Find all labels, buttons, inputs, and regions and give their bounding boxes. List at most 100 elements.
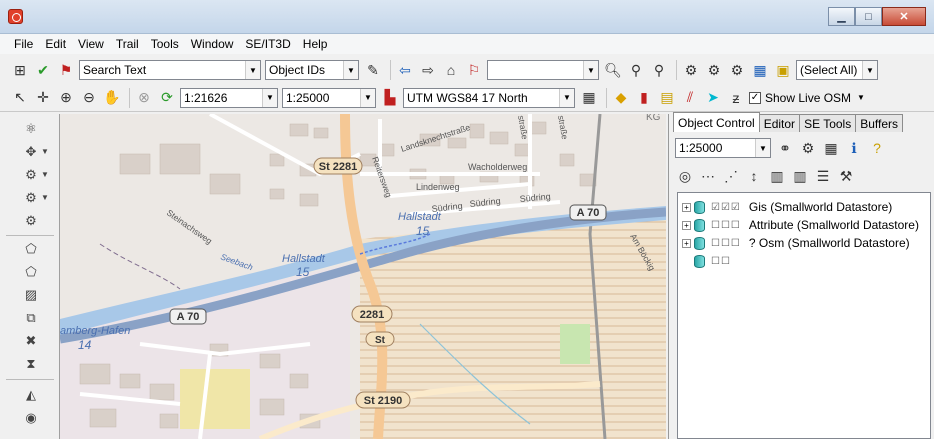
brush-icon[interactable]: ⚒ [836,166,856,186]
tree-collapse-icon[interactable]: ⋯ [698,166,718,186]
tool-cursor-icon[interactable]: ◭ [21,386,41,404]
binoculars-icon[interactable]: ⚭ [775,138,795,158]
tool-insert-icon[interactable]: ⚙ ▼ [21,166,49,184]
tab-editor[interactable]: Editor [758,114,801,132]
pointer-icon[interactable]: ↖ [10,88,30,108]
chevron-down-icon[interactable]: ▼ [862,61,877,79]
tree-expand-icon[interactable]: ⋰ [721,166,741,186]
help-icon[interactable]: ? [867,138,887,158]
tab-buffers[interactable]: Buffers [855,114,904,132]
stop-icon[interactable]: ⊗ [134,88,154,108]
cursor-cyan-icon[interactable]: ➤ [703,88,723,108]
maximize-button[interactable]: □ [855,7,882,26]
crosshair-icon[interactable]: ✛ [33,88,53,108]
copy-icon[interactable]: ▥ [767,166,787,186]
map-canvas[interactable]: St 2281 2281 St St 2190 A 70 A 70 Hallst… [60,114,666,439]
menu-view[interactable]: View [78,37,104,51]
menu-file[interactable]: File [14,37,33,51]
tool-move-icon[interactable]: ⚙ ▼ [21,189,49,207]
crs-combo[interactable]: UTM WGS84 17 North ▼ [403,87,575,108]
chevron-down-icon[interactable]: ▼ [360,88,375,107]
close-button[interactable]: ✕ [882,7,926,26]
table-icon[interactable]: ▦ [821,138,841,158]
tool-hatch-icon[interactable]: ▨ [21,286,41,304]
chevron-down-icon[interactable]: ▼ [41,147,49,156]
menu-help[interactable]: Help [303,37,328,51]
report-icon[interactable]: ▤ [657,88,677,108]
tool-node-icon[interactable]: ⚙ [21,212,41,230]
tool-d-icon[interactable]: ⚙ [704,60,724,80]
select-all-combo[interactable]: (Select All) ▼ [796,60,878,80]
chevron-down-icon[interactable]: ▼ [245,61,260,79]
tab-object-control[interactable]: Object Control [673,112,760,132]
layer-checkboxes[interactable]: ☐☐☐ [711,220,741,231]
map-tool-icon[interactable]: ▦ [579,88,599,108]
chevron-down-icon[interactable]: ▼ [755,139,770,157]
tree-item-osm[interactable]: + ☐☐☐ ? Osm (Smallworld Datastore) [682,235,910,251]
grid-icon[interactable]: ▦ [750,60,770,80]
datastore-tree[interactable]: + ☑☑☑ Gis (Smallworld Datastore) + ☐☐☐ A… [677,192,931,439]
info-icon[interactable]: ℹ [844,138,864,158]
map-view[interactable]: St 2281 2281 St St 2190 A 70 A 70 Hallst… [60,114,666,439]
location-combo[interactable]: ▼ [487,60,599,80]
layers-icon[interactable]: ⊞ [10,60,30,80]
layer-checkboxes[interactable]: ☐☐☐ [711,238,741,249]
crs-icon[interactable]: ▙ [380,88,400,108]
chevron-down-icon[interactable]: ▼ [343,61,358,79]
tree-item-attribute[interactable]: + ☐☐☐ Attribute (Smallworld Datastore) [682,217,919,233]
compass-icon[interactable]: ◉ [21,409,41,427]
tab-se-tools[interactable]: SE Tools [799,114,857,132]
panel-scale-combo[interactable]: 1:25000 ▼ [675,138,771,158]
chevron-down-icon[interactable]: ▼ [41,193,49,202]
menu-tools[interactable]: Tools [151,37,179,51]
back-arrow-icon[interactable]: ⇦ [395,60,415,80]
visibility-icon[interactable]: ◎ [675,166,695,186]
tool-polygon-edit-icon[interactable]: ⬠ [21,263,41,281]
expand-icon[interactable]: + [682,238,691,248]
check-icon[interactable]: ✔ [33,60,53,80]
search-text-combo[interactable]: Search Text ▼ [79,60,261,80]
paste-icon[interactable]: ▥ [790,166,810,186]
tool-a-icon[interactable]: ⚲ [626,60,646,80]
tool-geometry-icon[interactable]: ⚛ [21,120,41,138]
zoom-out-icon[interactable]: ⊖ [79,88,99,108]
menu-edit[interactable]: Edit [45,37,66,51]
flag-icon[interactable]: ⚑ [56,60,76,80]
chevron-down-icon[interactable]: ▼ [857,93,865,102]
show-live-osm-checkbox[interactable]: ✓ [749,91,761,104]
tool-c-icon[interactable]: ⚙ [681,60,701,80]
menu-se-it3d[interactable]: SE/IT3D [245,37,290,51]
home-icon[interactable]: ⌂ [441,60,461,80]
bookmark-icon[interactable]: ⚐ [464,60,484,80]
tool-b-icon[interactable]: ⚲ [649,60,669,80]
zoom-search-icon[interactable]: 🔍︎ [603,60,623,80]
filter-icon[interactable]: ⚙ [798,138,818,158]
tool-polygon-icon[interactable]: ⬠ [21,240,41,258]
list-icon[interactable]: ☰ [813,166,833,186]
menu-window[interactable]: Window [191,37,234,51]
zoom-in-icon[interactable]: ⊕ [56,88,76,108]
tree-item-gis[interactable]: + ☑☑☑ Gis (Smallworld Datastore) [682,199,892,215]
layer-checkboxes[interactable]: ☐☐ [711,256,731,267]
z-axis-icon[interactable]: ƶ [726,88,746,108]
sort-icon[interactable]: ↕ [744,166,764,186]
chevron-down-icon[interactable]: ▼ [41,170,49,179]
tool-layers-icon[interactable]: ⧗ [21,355,41,373]
scale-combo-2[interactable]: 1:25000 ▼ [282,87,376,108]
tool-e-icon[interactable]: ⚙ [727,60,747,80]
find-object-icon[interactable]: ✎ [363,60,383,80]
tool-edit-icon[interactable]: ✥ ▼ [21,143,49,161]
tool-delete-icon[interactable]: ✖ [21,332,41,350]
chevron-down-icon[interactable]: ▼ [559,88,574,107]
pan-hand-icon[interactable]: ✋ [102,88,122,108]
chevron-down-icon[interactable]: ▼ [583,61,598,79]
object-ids-combo[interactable]: Object IDs ▼ [265,60,359,80]
minimize-button[interactable]: ▁ [828,7,855,26]
tool-copy-icon[interactable]: ⧉ [21,309,41,327]
scale-combo-1[interactable]: 1:21626 ▼ [180,87,278,108]
layer-checkboxes[interactable]: ☑☑☑ [711,202,741,213]
measure-icon[interactable]: ⫽ [680,88,700,108]
chevron-down-icon[interactable]: ▼ [262,88,277,107]
select-icon[interactable]: ▣ [773,60,793,80]
book-icon[interactable]: ▮ [634,88,654,108]
